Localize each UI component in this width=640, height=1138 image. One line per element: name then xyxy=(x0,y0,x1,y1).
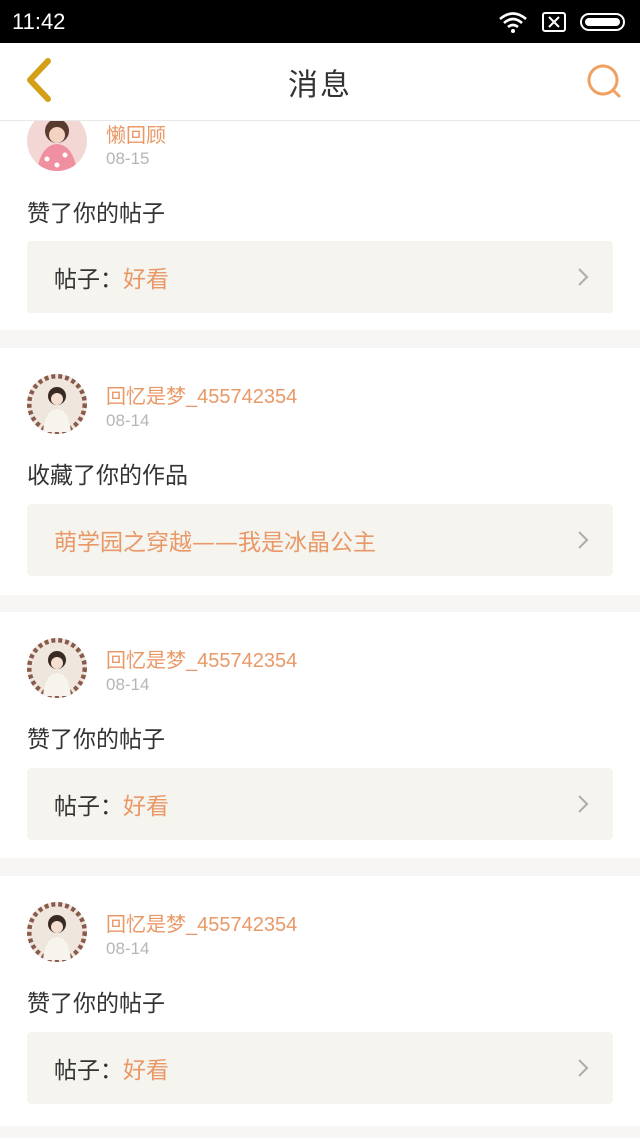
username[interactable]: 懒回顾 xyxy=(106,121,166,148)
avatar[interactable] xyxy=(27,902,87,962)
message-card: 回忆是梦_455742354 08-14 赞了你的帖子 帖子： 好看 xyxy=(0,612,640,858)
avatar[interactable] xyxy=(27,121,87,171)
post-reference[interactable]: 帖子： 好看 xyxy=(27,241,613,313)
avatar[interactable] xyxy=(27,638,87,698)
action-text: 赞了你的帖子 xyxy=(27,201,165,227)
work-reference[interactable]: 萌学园之穿越——我是冰晶公主 xyxy=(27,504,613,576)
message-date: 08-14 xyxy=(106,675,150,694)
message-date: 08-14 xyxy=(106,411,150,430)
ref-prefix: 帖子： xyxy=(54,267,123,293)
post-reference[interactable]: 帖子： 好看 xyxy=(27,1032,613,1104)
search-icon xyxy=(585,62,623,104)
action-text: 赞了你的帖子 xyxy=(27,727,165,753)
wifi-icon xyxy=(498,11,528,33)
action-text: 赞了你的帖子 xyxy=(27,991,165,1017)
username[interactable]: 回忆是梦_455742354 xyxy=(106,380,297,409)
back-button[interactable] xyxy=(14,57,64,107)
message-card: 回忆是梦_455742354 08-14 赞了你的帖子 帖子： 好看 xyxy=(0,876,640,1126)
post-reference[interactable]: 帖子： 好看 xyxy=(27,768,613,840)
username[interactable]: 回忆是梦_455742354 xyxy=(106,644,297,673)
chevron-right-icon xyxy=(577,530,589,554)
battery-icon xyxy=(580,12,628,32)
chevron-right-icon xyxy=(577,794,589,818)
ref-value: 好看 xyxy=(123,794,169,820)
ref-value: 好看 xyxy=(123,267,169,293)
avatar[interactable] xyxy=(27,374,87,434)
chevron-right-icon xyxy=(577,267,589,291)
sim-icon xyxy=(542,11,566,32)
ref-prefix: 帖子： xyxy=(54,1058,123,1084)
search-button[interactable] xyxy=(582,61,626,105)
status-icons xyxy=(498,11,628,33)
page-title: 消息 xyxy=(288,67,352,103)
ref-value: 好看 xyxy=(123,1058,169,1084)
message-card: 懒回顾 08-15 赞了你的帖子 帖子： 好看 xyxy=(0,121,640,330)
message-date: 08-15 xyxy=(106,149,150,168)
message-list[interactable]: 懒回顾 08-15 赞了你的帖子 帖子： 好看 回忆是梦_455742354 0… xyxy=(0,121,640,1138)
status-time: 11:42 xyxy=(12,8,66,34)
message-card: 回忆是梦_455742354 08-14 收藏了你的作品 萌学园之穿越——我是冰… xyxy=(0,348,640,595)
username[interactable]: 回忆是梦_455742354 xyxy=(106,908,297,937)
ref-prefix: 帖子： xyxy=(54,794,123,820)
chevron-left-icon xyxy=(22,57,56,107)
ref-value: 萌学园之穿越——我是冰晶公主 xyxy=(54,530,376,556)
status-bar: 11:42 xyxy=(0,0,640,43)
app-header: 消息 xyxy=(0,43,640,121)
chevron-right-icon xyxy=(577,1058,589,1082)
action-text: 收藏了你的作品 xyxy=(27,463,188,489)
message-date: 08-14 xyxy=(106,939,150,958)
